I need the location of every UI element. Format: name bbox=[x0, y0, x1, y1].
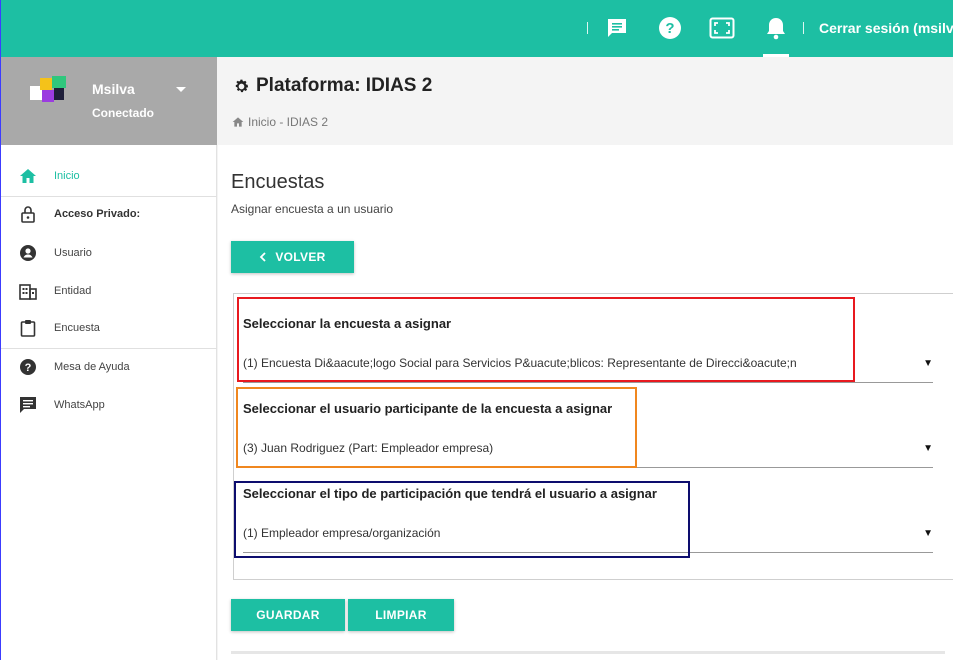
highlight-box bbox=[234, 481, 690, 558]
dropdown-arrow-icon[interactable]: ▼ bbox=[923, 358, 933, 369]
page-title-text: Plataforma: IDIAS 2 bbox=[256, 75, 433, 96]
back-button-label: VOLVER bbox=[275, 250, 326, 264]
sidebar-item-whatsapp[interactable]: WhatsApp bbox=[0, 390, 217, 420]
dropdown-arrow-icon[interactable]: ▼ bbox=[923, 443, 933, 454]
bell-icon[interactable] bbox=[761, 13, 791, 43]
highlight-box bbox=[237, 297, 855, 382]
sidebar-item-label: WhatsApp bbox=[54, 399, 105, 411]
chevron-left-icon bbox=[260, 252, 266, 262]
help-icon[interactable]: ? bbox=[655, 13, 685, 43]
sidebar-item-mesa-de-ayuda[interactable]: ? Mesa de Ayuda bbox=[0, 352, 217, 382]
building-icon bbox=[19, 282, 37, 300]
sidebar-item-label: Encuesta bbox=[54, 322, 100, 334]
logout-link[interactable]: Cerrar sesión (msilva) bbox=[819, 20, 953, 36]
section-subtitle: Asignar encuesta a un usuario bbox=[231, 202, 394, 216]
sidebar-item-label: Acceso Privado: bbox=[54, 208, 141, 220]
sidebar-item-label: Usuario bbox=[54, 247, 92, 259]
chat-icon bbox=[19, 396, 37, 414]
user-name: Msilva bbox=[92, 81, 135, 97]
user-status: Conectado bbox=[92, 106, 155, 120]
highlight-box bbox=[236, 387, 637, 468]
svg-text:?: ? bbox=[25, 362, 32, 374]
field-underline bbox=[243, 382, 933, 383]
divider bbox=[231, 651, 945, 654]
chevron-down-icon[interactable] bbox=[176, 87, 186, 92]
sidebar-item-acceso-privado: Acceso Privado: bbox=[0, 199, 217, 229]
sidebar-item-label: Inicio bbox=[54, 170, 80, 182]
back-button[interactable]: VOLVER bbox=[231, 241, 354, 273]
separator bbox=[587, 22, 588, 34]
user-card: Msilva Conectado bbox=[0, 57, 217, 145]
sidebar-item-encuesta[interactable]: Encuesta bbox=[0, 313, 217, 343]
breadcrumb-text[interactable]: Inicio - IDIAS 2 bbox=[248, 115, 328, 129]
save-button[interactable]: GUARDAR bbox=[231, 599, 345, 631]
fullscreen-icon[interactable] bbox=[707, 13, 737, 43]
breadcrumb: Inicio - IDIAS 2 bbox=[232, 115, 328, 129]
app-logo bbox=[30, 76, 66, 102]
separator bbox=[803, 22, 804, 34]
clear-button[interactable]: LIMPIAR bbox=[348, 599, 454, 631]
top-bar: ? Cerrar sesión (msilva) bbox=[0, 0, 953, 57]
page-title: Plataforma: IDIAS 2 bbox=[233, 75, 432, 97]
divider bbox=[0, 196, 217, 197]
gear-icon bbox=[235, 79, 249, 92]
clipboard-icon bbox=[19, 319, 37, 337]
home-icon[interactable] bbox=[232, 116, 244, 128]
sidebar: Msilva Conectado Inicio Acceso Privado: … bbox=[0, 57, 217, 660]
home-icon bbox=[19, 167, 37, 185]
active-indicator bbox=[763, 54, 789, 57]
section-title: Encuestas bbox=[231, 171, 325, 193]
help-icon: ? bbox=[19, 358, 37, 376]
divider bbox=[0, 348, 217, 349]
dropdown-arrow-icon[interactable]: ▼ bbox=[923, 528, 933, 539]
window-edge bbox=[0, 0, 1, 660]
sidebar-item-label: Entidad bbox=[54, 285, 92, 297]
svg-text:?: ? bbox=[665, 20, 674, 37]
lock-icon bbox=[19, 205, 37, 223]
sidebar-item-label: Mesa de Ayuda bbox=[54, 361, 130, 373]
sidebar-item-inicio[interactable]: Inicio bbox=[0, 161, 217, 191]
sidebar-item-usuario[interactable]: Usuario bbox=[0, 238, 217, 268]
user-icon bbox=[19, 244, 37, 262]
chat-icon[interactable] bbox=[602, 13, 632, 43]
sidebar-item-entidad[interactable]: Entidad bbox=[0, 276, 217, 306]
